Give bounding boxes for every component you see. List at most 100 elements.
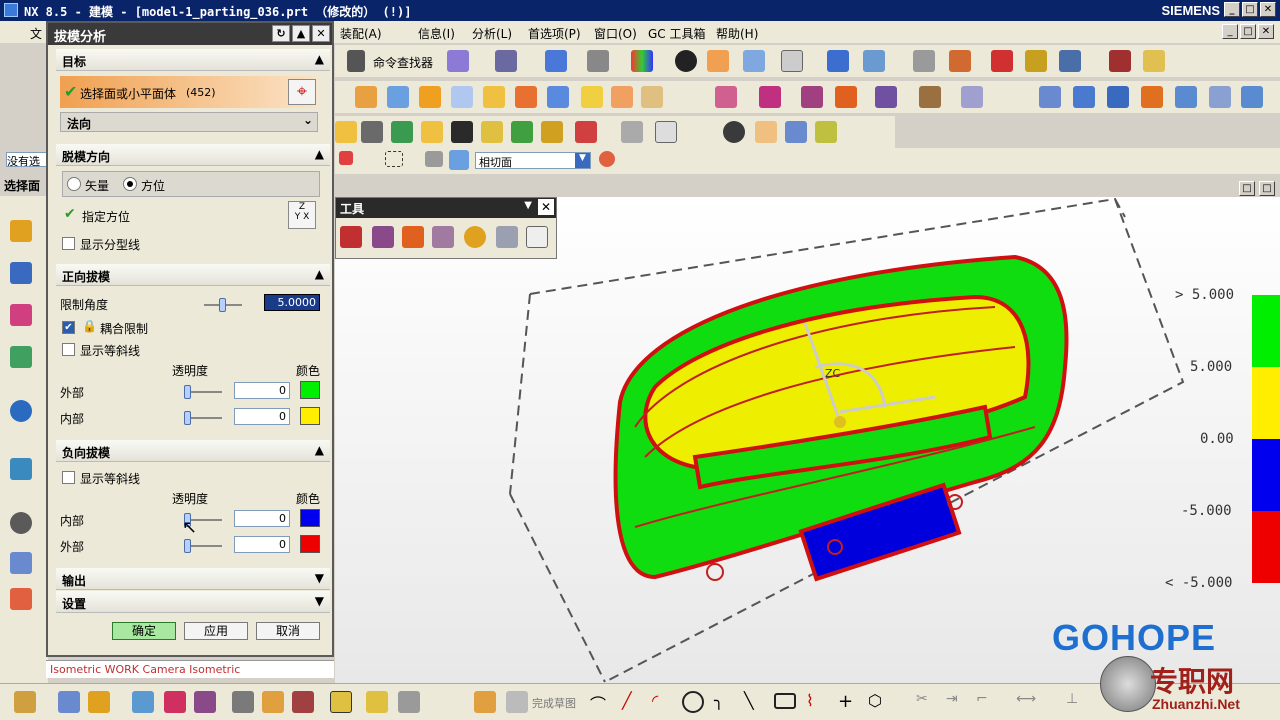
history-icon[interactable] xyxy=(10,458,32,480)
menu-window[interactable]: 窗口(O) xyxy=(594,25,637,42)
reset-icon[interactable]: ↻ xyxy=(272,25,290,42)
display-icon[interactable] xyxy=(655,121,677,143)
clock-icon[interactable] xyxy=(10,512,32,534)
subtract-icon[interactable] xyxy=(759,86,781,108)
reflection-icon[interactable] xyxy=(432,226,454,248)
rectangle-icon[interactable] xyxy=(774,693,796,709)
ok-button[interactable]: 确定 xyxy=(112,622,176,640)
assembly-icon[interactable] xyxy=(14,691,36,713)
profile-icon[interactable]: ⌒ xyxy=(590,691,612,714)
circle-icon[interactable] xyxy=(682,691,704,713)
menu-info[interactable]: 信息(I) xyxy=(418,25,455,42)
line-icon[interactable]: ╱ xyxy=(622,691,644,713)
point-icon[interactable]: + xyxy=(838,691,860,713)
finish-sketch-icon[interactable] xyxy=(506,691,528,713)
assembly-navigator-icon[interactable] xyxy=(10,220,32,242)
trim-icon[interactable] xyxy=(835,86,857,108)
type-filter-input[interactable]: 没有选 xyxy=(6,152,48,167)
paint-icon[interactable] xyxy=(707,50,729,72)
dimension-icon[interactable]: ⟷ xyxy=(1016,691,1038,713)
hole-icon[interactable] xyxy=(575,121,597,143)
filter-icon[interactable] xyxy=(1059,50,1081,72)
menu-assembly[interactable]: 装配(A) xyxy=(340,25,382,42)
block-icon[interactable] xyxy=(483,86,505,108)
datum-icon[interactable] xyxy=(335,121,357,143)
hide-icon[interactable] xyxy=(1025,50,1047,72)
neg-outside-transparency-input[interactable]: 0 xyxy=(234,536,290,553)
intersect-icon[interactable] xyxy=(801,86,823,108)
sequence-icon[interactable] xyxy=(292,691,314,713)
show-parting-line-checkbox[interactable] xyxy=(62,237,75,250)
collapse-section-icon[interactable]: ▲ xyxy=(315,443,324,457)
target-section-header[interactable]: 目标 ▲ xyxy=(56,49,330,71)
measure-distance-icon[interactable] xyxy=(1109,50,1131,72)
rib-icon[interactable] xyxy=(421,121,443,143)
settings-section-header[interactable]: 设置 ▼ xyxy=(56,591,330,613)
cancel-button[interactable]: 取消 xyxy=(256,622,320,640)
rect-select-icon[interactable] xyxy=(385,151,403,167)
viewport-max-button[interactable]: □ xyxy=(1259,181,1275,196)
collapse-icon[interactable]: ▲ xyxy=(292,25,310,42)
more-surface-icon[interactable] xyxy=(1241,86,1263,108)
snap-icon[interactable] xyxy=(991,50,1013,72)
negative-draft-header[interactable]: 负向拔模 ▲ xyxy=(56,440,330,462)
move-component-icon[interactable] xyxy=(132,691,154,713)
sweep-icon[interactable] xyxy=(419,86,441,108)
select-arrow-icon[interactable] xyxy=(339,151,353,165)
extend-sketch-icon[interactable]: ⇥ xyxy=(946,691,968,713)
curve-analysis-icon[interactable] xyxy=(340,226,362,248)
collapse-section-icon[interactable]: ▲ xyxy=(315,52,324,66)
viewport-restore-button[interactable]: □ xyxy=(1239,181,1255,196)
shade-icon[interactable] xyxy=(587,50,609,72)
menu-preferences[interactable]: 首选项(P) xyxy=(528,25,581,42)
table-icon[interactable] xyxy=(621,121,643,143)
neg-outside-color-swatch[interactable] xyxy=(300,535,320,553)
output-section-header[interactable]: 输出 ▼ xyxy=(56,568,330,590)
chamfer-icon[interactable] xyxy=(547,86,569,108)
pos-outside-transparency-input[interactable]: 0 xyxy=(234,382,290,399)
blend-icon[interactable] xyxy=(581,86,603,108)
feature-icon[interactable] xyxy=(541,121,563,143)
web-browser-icon[interactable] xyxy=(10,400,32,422)
reuse-library-icon[interactable] xyxy=(10,346,32,368)
move-icon[interactable] xyxy=(827,50,849,72)
expand-section-icon[interactable]: ▼ xyxy=(315,594,324,608)
report-icon[interactable] xyxy=(526,226,548,248)
menu-help[interactable]: 帮助(H) xyxy=(716,25,758,42)
mirror-assembly-icon[interactable] xyxy=(194,691,216,713)
collapse-section-icon[interactable]: ▲ xyxy=(315,147,324,161)
chamfer-sketch-icon[interactable]: ╲ xyxy=(744,691,766,713)
color-icon[interactable] xyxy=(631,50,653,72)
geometric-constraint-icon[interactable]: ⊥ xyxy=(1066,691,1088,713)
limit-angle-slider-thumb[interactable] xyxy=(219,298,226,312)
doc-close-button[interactable]: ✕ xyxy=(1258,24,1274,39)
wave-icon[interactable] xyxy=(262,691,284,713)
constraint-icon[interactable] xyxy=(164,691,186,713)
neg-inside-color-swatch[interactable] xyxy=(300,509,320,527)
check-icon[interactable] xyxy=(511,121,533,143)
pos-outside-slider-thumb[interactable] xyxy=(184,385,191,399)
pos-show-isoclines-checkbox[interactable] xyxy=(62,343,75,356)
shell-icon[interactable] xyxy=(451,86,473,108)
face-analysis-icon[interactable] xyxy=(372,226,394,248)
csys-dialog-icon[interactable]: ZY X xyxy=(288,201,316,229)
menu-analysis[interactable]: 分析(L) xyxy=(472,25,512,42)
apply-button[interactable]: 应用 xyxy=(184,622,248,640)
graphics-window[interactable]: ZC > 5.000 5.000 0.00 -5.000 < -5.000 □ … xyxy=(335,181,1280,683)
close-window-button[interactable]: ✕ xyxy=(1260,2,1276,17)
eye-icon[interactable] xyxy=(723,121,745,143)
corner-icon[interactable]: ⌐ xyxy=(976,691,998,713)
neg-inside-transparency-input[interactable]: 0 xyxy=(234,510,290,527)
pocket-icon[interactable] xyxy=(391,121,413,143)
close-icon[interactable]: ✕ xyxy=(538,199,554,215)
collapse-section-icon[interactable]: ▲ xyxy=(315,267,324,281)
list-icon[interactable] xyxy=(913,50,935,72)
pos-inside-transparency-input[interactable]: 0 xyxy=(234,408,290,425)
arc-icon[interactable]: ◜ xyxy=(652,691,674,713)
bridge-icon[interactable] xyxy=(1107,86,1129,108)
arrangement-icon[interactable] xyxy=(330,691,352,713)
sew-icon[interactable] xyxy=(1175,86,1197,108)
explode-icon[interactable] xyxy=(232,691,254,713)
chevron-down-icon[interactable]: ▼ xyxy=(575,153,590,168)
roles-icon[interactable] xyxy=(10,588,32,610)
